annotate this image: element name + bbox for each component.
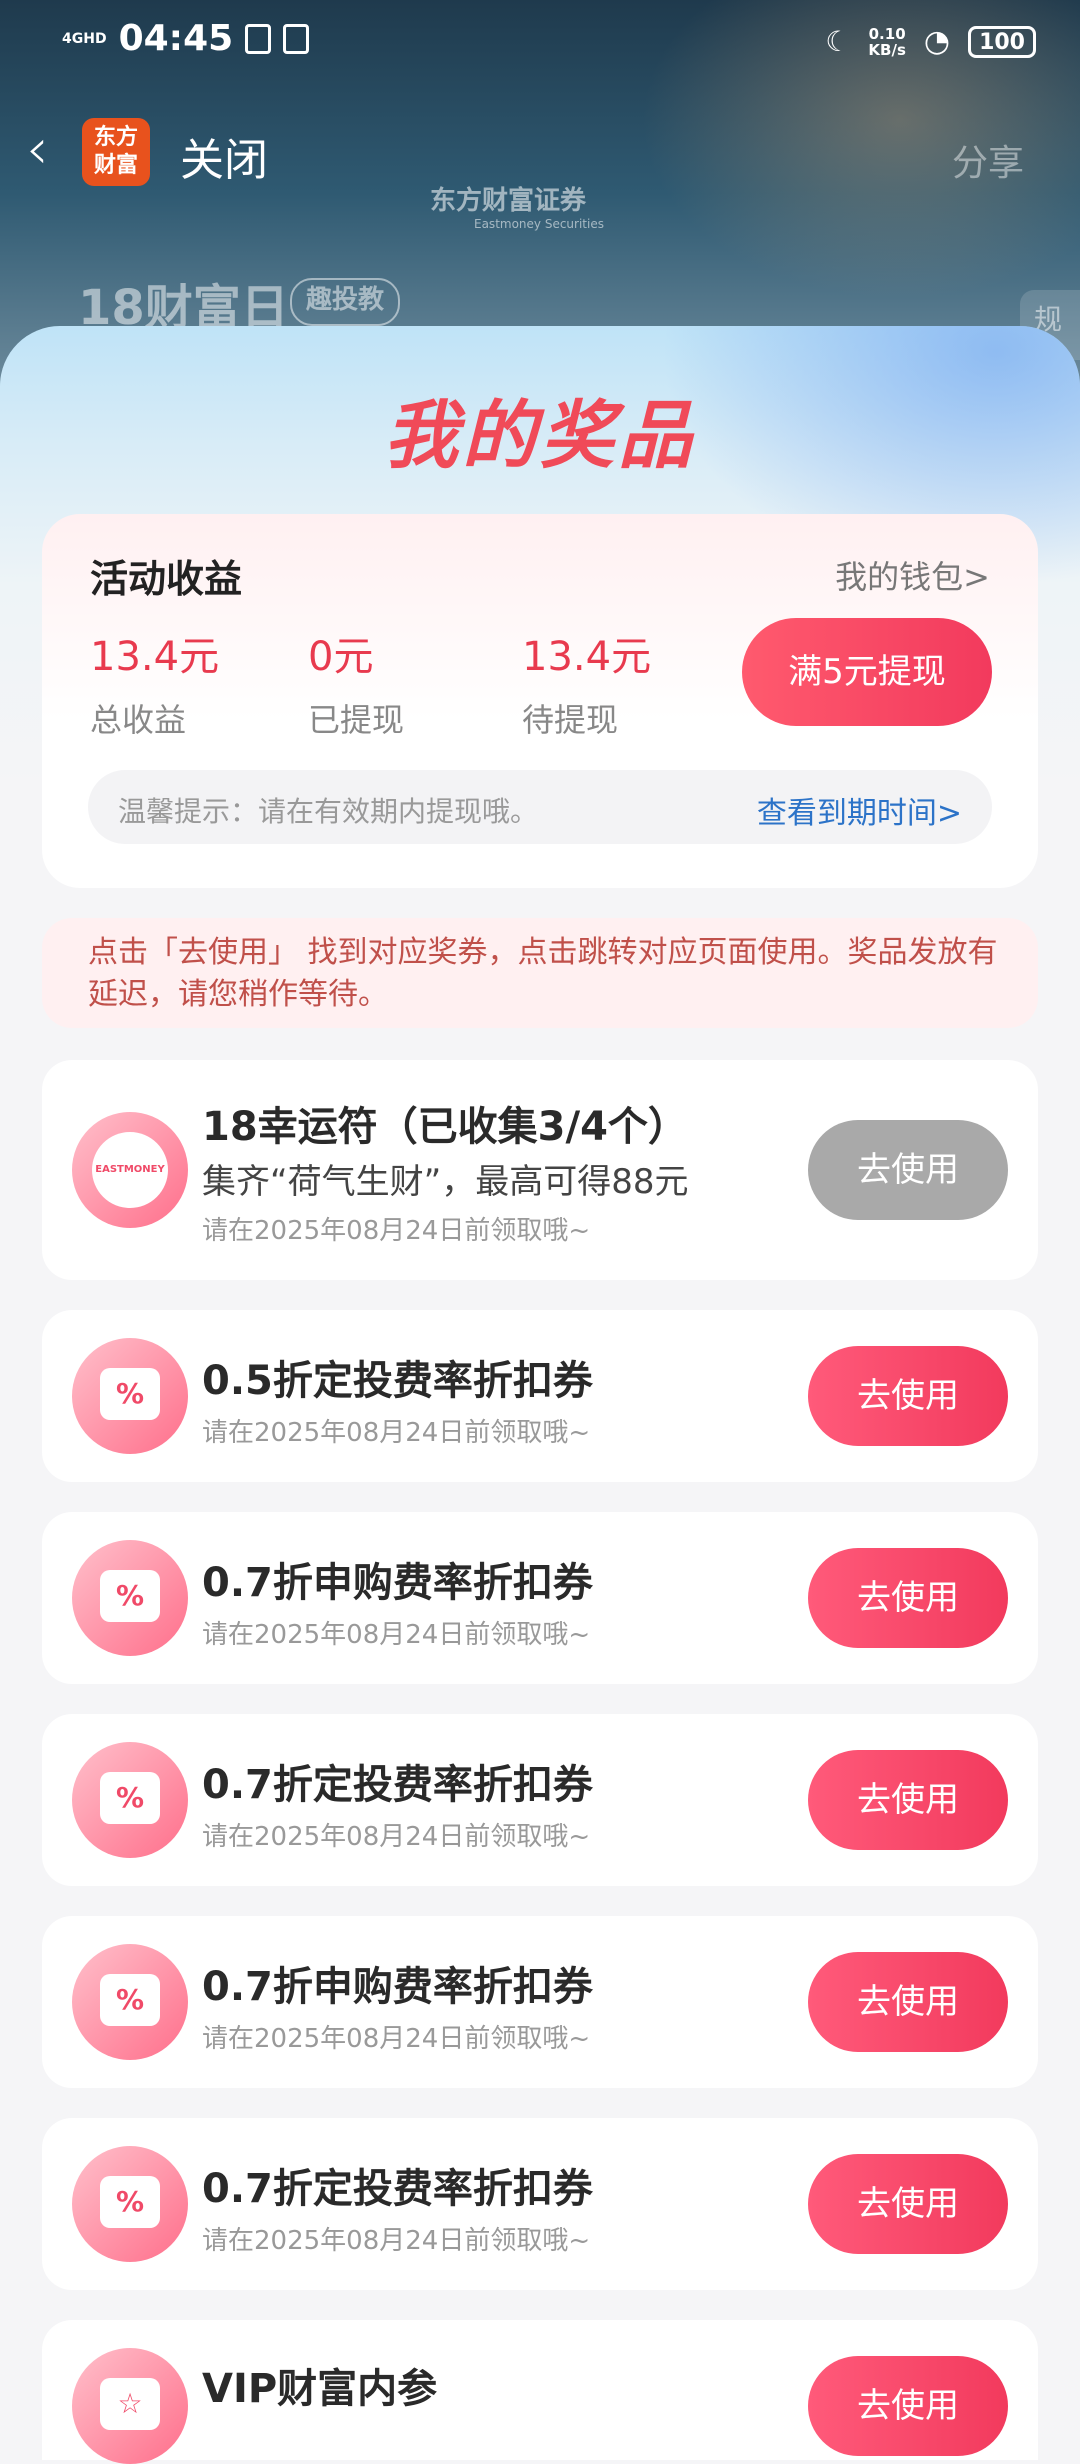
withdrawn-amount: 0元 已提现 (308, 634, 405, 739)
coupon-icon: % (72, 1338, 188, 1454)
use-button[interactable]: 去使用 (808, 1346, 1008, 1446)
prize-deadline: 请在2025年08月24日前领取哦~ (202, 1822, 591, 1852)
prize-deadline: 请在2025年08月24日前领取哦~ (202, 1418, 591, 1448)
expiry-link[interactable]: 查看到期时间> (757, 788, 962, 832)
prize-item-coupon: % 0.5折定投费率折扣券 请在2025年08月24日前领取哦~ 去使用 (42, 1310, 1038, 1482)
withdraw-button[interactable]: 满5元提现 (742, 618, 992, 726)
prize-name: 18幸运符（已收集3/4个） (202, 1104, 688, 1150)
prize-item-coupon: % 0.7折申购费率折扣券 请在2025年08月24日前领取哦~ 去使用 (42, 1916, 1038, 2088)
use-button[interactable]: 去使用 (808, 1750, 1008, 1850)
moon-icon: ☾ (825, 25, 851, 58)
prize-deadline: 请在2025年08月24日前领取哦~ (202, 1216, 591, 1246)
prize-description: 集齐“荷气生财”，最高可得88元 (202, 1162, 689, 1202)
prize-name: 0.5折定投费率折扣券 (202, 1358, 593, 1404)
status-time: 04:45 (118, 18, 234, 59)
prize-name: VIP财富内参 (202, 2366, 438, 2412)
share-button[interactable]: 分享 (952, 134, 1024, 186)
prize-item-vip: ☆ VIP财富内参 去使用 (42, 2320, 1038, 2464)
prize-name: 0.7折申购费率折扣券 (202, 1964, 593, 2010)
prize-item-coupon: % 0.7折定投费率折扣券 请在2025年08月24日前领取哦~ 去使用 (42, 1714, 1038, 1886)
app-logo: 东方 财富 (82, 118, 150, 186)
prize-name: 0.7折定投费率折扣券 (202, 2166, 593, 2212)
vip-star-icon: ☆ (72, 2348, 188, 2464)
battery-indicator: 100 (968, 25, 1036, 58)
coupon-icon: % (72, 2146, 188, 2262)
network-speed: 0.10 KB/s (868, 24, 906, 59)
earnings-title: 活动收益 (90, 557, 243, 601)
usage-notice: 点击「去使用」 找到对应奖券，点击跳转对应页面使用。奖品发放有延迟，请您稍作等待… (42, 918, 1038, 1028)
use-button[interactable]: 去使用 (808, 1952, 1008, 2052)
lucky-charm-icon: EASTMONEY (72, 1112, 188, 1228)
use-button[interactable]: 去使用 (808, 2154, 1008, 2254)
status-bar: 4GHD 04:45 ☾ 0.10 KB/s ◔ 100 (0, 0, 1080, 80)
sheet-title: 我的奖品 (384, 393, 696, 479)
wifi-icon: ◔ (923, 24, 951, 59)
background-tag: 趣投教 (290, 278, 401, 326)
prize-item-coupon: % 0.7折定投费率折扣券 请在2025年08月24日前领取哦~ 去使用 (42, 2118, 1038, 2290)
brand-logo: 东方财富证券 Eastmoney Securities (430, 186, 604, 231)
total-earnings: 13.4元 总收益 (90, 634, 220, 739)
tip-text: 温馨提示：请在有效期内提现哦。 (118, 795, 539, 828)
use-button[interactable]: 去使用 (808, 1120, 1008, 1220)
close-button[interactable]: 关闭 (180, 124, 268, 188)
use-button[interactable]: 去使用 (808, 2356, 1008, 2456)
pending-amount: 13.4元 待提现 (522, 634, 652, 739)
prize-deadline: 请在2025年08月24日前领取哦~ (202, 2024, 591, 2054)
prize-item-lucky-charm: EASTMONEY 18幸运符（已收集3/4个） 集齐“荷气生财”，最高可得88… (42, 1060, 1038, 1280)
coupon-icon: % (72, 1742, 188, 1858)
back-icon[interactable]: ‹ (26, 120, 48, 180)
network-indicator: 4GHD (62, 30, 107, 47)
app-notification-icon (283, 23, 310, 54)
prize-deadline: 请在2025年08月24日前领取哦~ (202, 2226, 591, 2256)
check-notification-icon (245, 23, 272, 54)
coupon-icon: % (72, 1540, 188, 1656)
prize-name: 0.7折申购费率折扣券 (202, 1560, 593, 1606)
wallet-link[interactable]: 我的钱包> (835, 552, 990, 598)
coupon-icon: % (72, 1944, 188, 2060)
prize-deadline: 请在2025年08月24日前领取哦~ (202, 1620, 591, 1650)
prize-name: 0.7折定投费率折扣券 (202, 1762, 593, 1808)
use-button[interactable]: 去使用 (808, 1548, 1008, 1648)
prize-item-coupon: % 0.7折申购费率折扣券 请在2025年08月24日前领取哦~ 去使用 (42, 1512, 1038, 1684)
tip-bar: 温馨提示：请在有效期内提现哦。 查看到期时间> (88, 770, 992, 844)
earnings-card: 活动收益 我的钱包> 13.4元 总收益 0元 已提现 13.4元 待提现 满5… (42, 514, 1038, 888)
